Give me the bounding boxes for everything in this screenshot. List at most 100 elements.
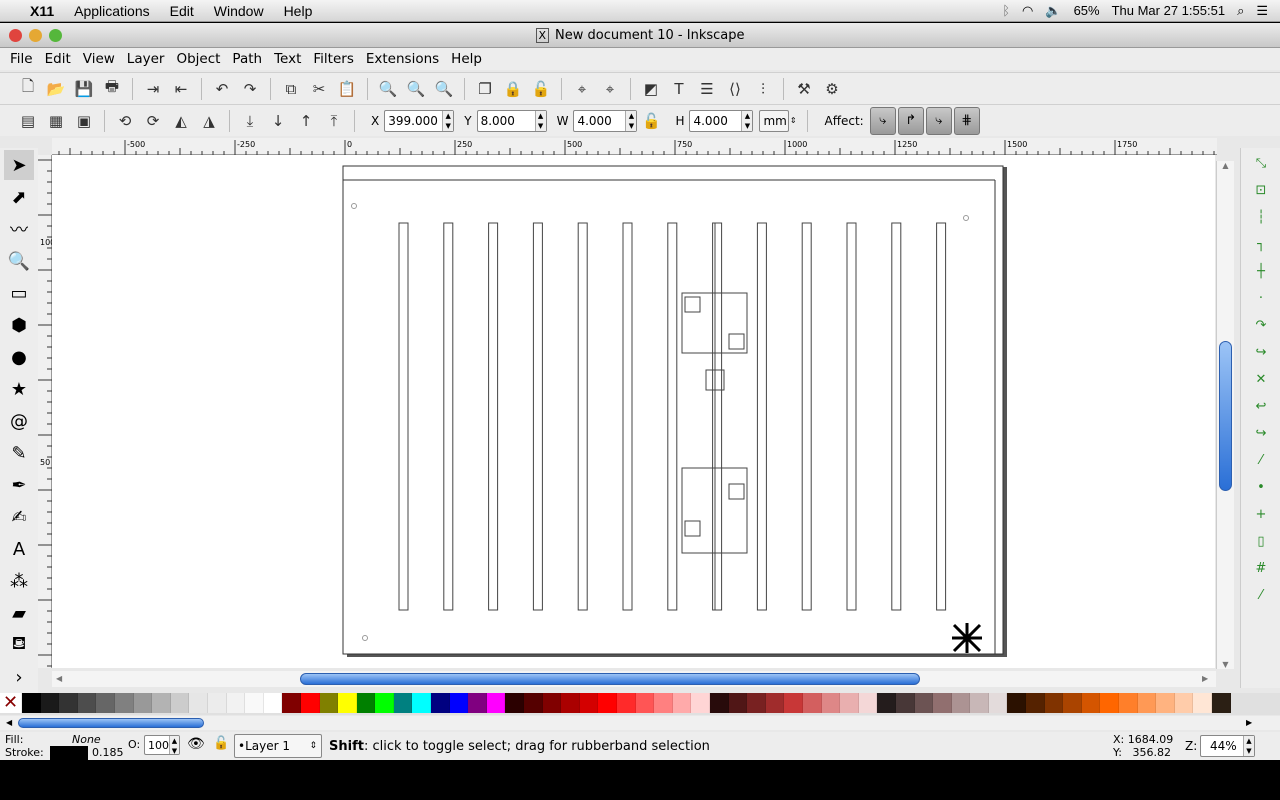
- text-tool-icon[interactable]: A: [4, 534, 34, 564]
- affect-patterns-toggle[interactable]: ⋕: [953, 106, 980, 135]
- star-tool-icon[interactable]: ★: [4, 374, 34, 404]
- color-swatch[interactable]: [672, 693, 692, 713]
- color-swatch[interactable]: [59, 693, 78, 713]
- palette-scroll-thumb[interactable]: [18, 718, 204, 728]
- color-swatch[interactable]: [300, 693, 320, 713]
- snap-rotation-icon[interactable]: +: [1248, 502, 1274, 526]
- color-swatch[interactable]: [412, 693, 432, 713]
- color-swatch[interactable]: [524, 693, 543, 713]
- app-menu[interactable]: X11: [20, 3, 64, 19]
- document-properties-icon[interactable]: ⚙: [820, 77, 844, 101]
- color-swatch[interactable]: [375, 693, 394, 713]
- node-tool-icon[interactable]: ⬈: [4, 182, 34, 212]
- color-swatch[interactable]: [282, 693, 301, 713]
- export-icon[interactable]: ⇤: [169, 77, 193, 101]
- color-swatch[interactable]: [114, 693, 134, 713]
- zoom-field[interactable]: 44% ▲ ▼: [1200, 735, 1255, 757]
- menu-text[interactable]: Text: [268, 51, 307, 67]
- palette-scroll-right-icon[interactable]: ▶: [1246, 718, 1252, 727]
- color-swatch[interactable]: [1026, 693, 1045, 713]
- raise-icon[interactable]: ↑: [294, 109, 318, 133]
- color-swatch[interactable]: [486, 693, 506, 713]
- color-swatch[interactable]: [1063, 693, 1082, 713]
- zoom-selection-icon[interactable]: 🔍: [376, 77, 400, 101]
- text-icon[interactable]: T: [667, 77, 691, 101]
- pen-tool-icon[interactable]: ✒: [4, 470, 34, 500]
- y-spinner[interactable]: ▲ ▼: [534, 110, 546, 131]
- color-swatch[interactable]: [393, 693, 413, 713]
- minimize-button[interactable]: [29, 29, 42, 42]
- layer-select[interactable]: •Layer 1 ⇕: [234, 734, 322, 758]
- vertical-scrollbar[interactable]: ▲ ▼: [1216, 161, 1234, 669]
- snap-cusp-icon[interactable]: ↩: [1248, 394, 1274, 418]
- color-swatch[interactable]: [1156, 693, 1175, 713]
- volume-icon[interactable]: 🔈: [1045, 3, 1061, 19]
- print-icon[interactable]: 🖶: [100, 77, 124, 101]
- deselect-icon[interactable]: ▣: [72, 109, 96, 133]
- color-swatch[interactable]: [468, 693, 487, 713]
- flip-horizontal-icon[interactable]: ◭: [169, 109, 193, 133]
- palette-scroll-left-icon[interactable]: ◀: [6, 718, 12, 727]
- mac-menu-window[interactable]: Window: [204, 3, 274, 19]
- duplicate-icon[interactable]: ⧉: [279, 77, 303, 101]
- color-swatch[interactable]: [1081, 693, 1101, 713]
- snap-smooth-icon[interactable]: ↪: [1248, 421, 1274, 445]
- redo-icon[interactable]: ↷: [238, 77, 262, 101]
- color-swatch[interactable]: [1212, 693, 1231, 713]
- tweak-tool-icon[interactable]: 〰: [4, 214, 34, 244]
- align-icon[interactable]: ⫶: [751, 77, 775, 101]
- color-swatch[interactable]: [263, 693, 283, 713]
- menu-file[interactable]: File: [4, 51, 39, 67]
- color-swatch[interactable]: [40, 693, 60, 713]
- color-swatch[interactable]: [245, 693, 264, 713]
- lock-ratio-icon[interactable]: 🔓: [639, 109, 663, 133]
- flip-vertical-icon[interactable]: ◮: [197, 109, 221, 133]
- snap-page-icon[interactable]: ▯: [1248, 529, 1274, 553]
- color-swatch[interactable]: [1137, 693, 1157, 713]
- menu-filters[interactable]: Filters: [307, 51, 359, 67]
- canvas[interactable]: [52, 155, 1215, 668]
- select-all-icon[interactable]: ▤: [16, 109, 40, 133]
- zoom-drawing-icon[interactable]: 🔍: [404, 77, 428, 101]
- scroll-right-icon[interactable]: ▶: [1202, 674, 1208, 683]
- color-swatch[interactable]: [691, 693, 710, 713]
- scroll-up-icon[interactable]: ▲: [1217, 161, 1234, 170]
- color-swatch[interactable]: [226, 693, 246, 713]
- w-spinner[interactable]: ▲ ▼: [625, 110, 637, 131]
- list-icon[interactable]: ☰: [1256, 3, 1268, 19]
- mac-menu-help[interactable]: Help: [274, 3, 323, 19]
- preferences-icon[interactable]: ⚒: [792, 77, 816, 101]
- 3d-box-tool-icon[interactable]: ⬢: [4, 310, 34, 340]
- color-swatch[interactable]: [877, 693, 896, 713]
- rotate-cw-icon[interactable]: ⟳: [141, 109, 165, 133]
- scroll-down-icon[interactable]: ▼: [1217, 660, 1234, 669]
- no-paint-swatch[interactable]: ✕: [0, 693, 22, 713]
- menu-path[interactable]: Path: [226, 51, 268, 67]
- h-spinner[interactable]: ▲ ▼: [741, 110, 753, 131]
- snap-bbox-center-icon[interactable]: ·: [1248, 286, 1274, 310]
- clock[interactable]: Thu Mar 27 1:55:51: [1112, 3, 1225, 18]
- color-swatch[interactable]: [431, 693, 450, 713]
- lower-bottom-icon[interactable]: ⤓: [238, 109, 262, 133]
- snap-enable-icon[interactable]: ⤡: [1248, 151, 1274, 175]
- group-icon[interactable]: ❐: [473, 77, 497, 101]
- menu-view[interactable]: View: [77, 51, 121, 67]
- color-swatch[interactable]: [133, 693, 153, 713]
- y-field[interactable]: 8.000 ▲ ▼: [476, 109, 547, 132]
- color-swatch[interactable]: [579, 693, 599, 713]
- ellipse-tool-icon[interactable]: ●: [4, 342, 34, 372]
- close-button[interactable]: [9, 29, 22, 42]
- color-swatch[interactable]: [895, 693, 915, 713]
- stroke-swatch[interactable]: [50, 746, 88, 760]
- color-swatch[interactable]: [728, 693, 748, 713]
- color-swatch[interactable]: [970, 693, 989, 713]
- color-swatch[interactable]: [561, 693, 580, 713]
- color-swatch[interactable]: [858, 693, 878, 713]
- color-swatch[interactable]: [951, 693, 971, 713]
- color-swatch[interactable]: [988, 693, 1008, 713]
- expand-icon[interactable]: ›: [4, 662, 34, 692]
- horizontal-scroll-thumb[interactable]: [300, 673, 920, 685]
- palette-scrollbar[interactable]: ◀ ▶: [0, 716, 1280, 730]
- affect-corners-toggle[interactable]: ↱: [897, 106, 924, 135]
- scroll-left-icon[interactable]: ◀: [56, 674, 62, 683]
